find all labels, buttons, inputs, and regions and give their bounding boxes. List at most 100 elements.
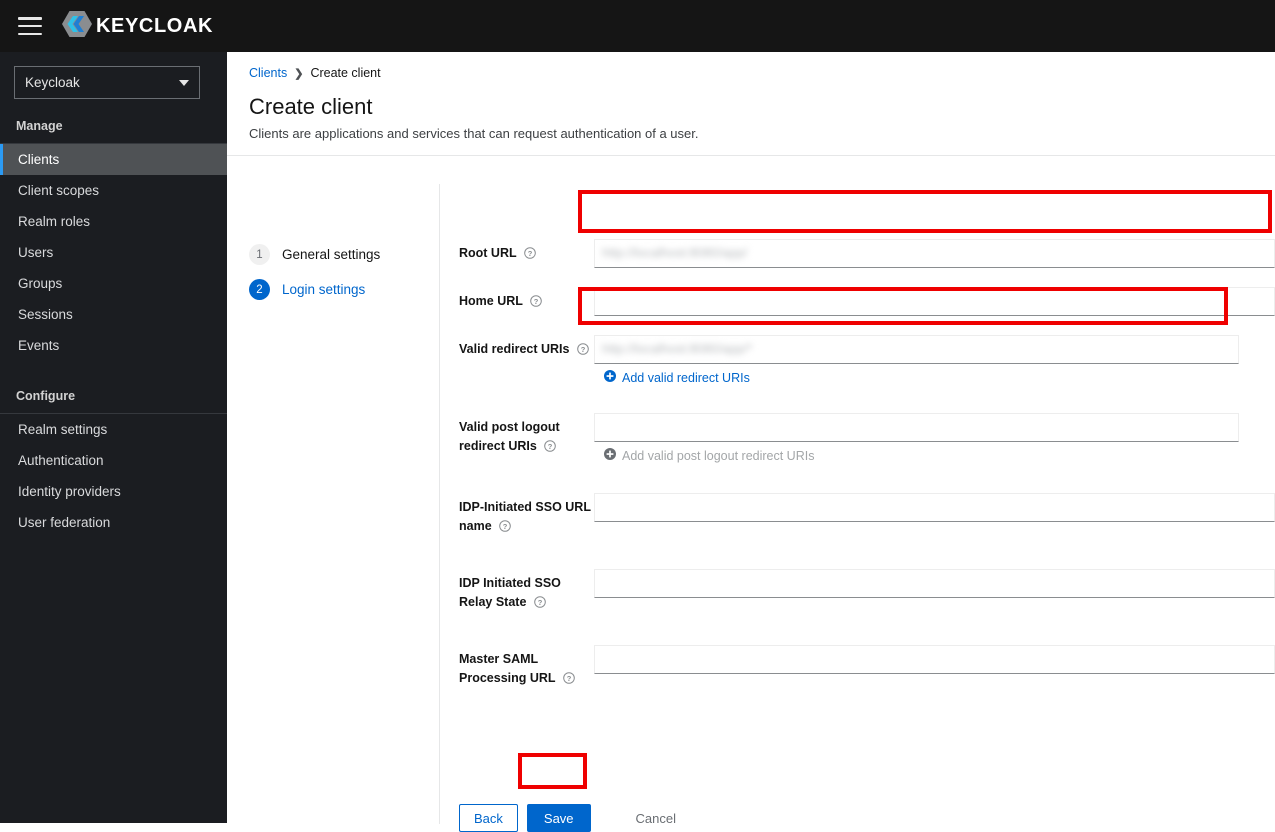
nav-group-title-manage: Manage: [16, 119, 63, 133]
field-control-valid-post-logout-redirect-uris: Add valid post logout redirect URIs: [594, 413, 1275, 465]
login-settings-form: Root URL ? http://localhost:8080/app/ Ho…: [440, 184, 1275, 832]
brand-name: KEYCLOAK: [96, 14, 214, 37]
svg-text:?: ?: [548, 442, 553, 451]
sidebar-item-users[interactable]: Users: [0, 237, 227, 268]
page-header: Clients ❯ Create client Create client Cl…: [227, 52, 1275, 141]
sidebar-item-label: Authentication: [18, 453, 104, 468]
field-control-idp-initiated-sso-relay-state: [594, 569, 1275, 614]
field-label-text: IDP-Initiated SSO URL name: [459, 500, 591, 533]
breadcrumb: Clients ❯ Create client: [249, 66, 1275, 80]
sidebar-item-identity-providers[interactable]: Identity providers: [0, 476, 227, 507]
sidebar-item-label: Users: [18, 245, 54, 260]
field-label-text: Root URL: [459, 246, 517, 260]
sidebar-item-label: Events: [18, 338, 60, 353]
field-label-idp-initiated-sso-url-name: IDP-Initiated SSO URL name ?: [459, 493, 594, 538]
step-number: 2: [249, 279, 270, 300]
field-label-valid-post-logout-redirect-uris: Valid post logout redirect URIs ?: [459, 413, 594, 465]
sidebar-item-label: Realm roles: [18, 214, 91, 229]
brand[interactable]: KEYCLOAK: [62, 10, 214, 42]
field-control-home-url: [594, 287, 1275, 316]
root-url-input[interactable]: [594, 239, 1275, 268]
help-circle-icon[interactable]: ?: [577, 342, 589, 361]
field-master-saml-processing-url: Master SAML Processing URL ?: [459, 645, 1275, 690]
sidebar-item-label: Client scopes: [18, 183, 100, 198]
idp-initiated-sso-url-name-input[interactable]: [594, 493, 1275, 522]
svg-text:?: ?: [503, 522, 508, 531]
add-link-label: Add valid redirect URIs: [622, 370, 750, 385]
nav-group-manage: Manage Clients Client scopes Realm roles…: [0, 111, 227, 361]
master-saml-processing-url-input[interactable]: [594, 645, 1275, 674]
field-control-root-url: http://localhost:8080/app/: [594, 239, 1275, 268]
field-control-master-saml-processing-url: [594, 645, 1275, 690]
help-circle-icon[interactable]: ?: [530, 294, 542, 313]
sidebar-item-realm-roles[interactable]: Realm roles: [0, 206, 227, 237]
realm-selector-wrapper: Keycloak: [0, 52, 227, 111]
sidebar: Keycloak Manage Clients Client scopes Re…: [0, 52, 227, 823]
wizard-steps: 1 General settings 2 Login settings: [227, 184, 440, 824]
sidebar-item-events[interactable]: Events: [0, 330, 227, 361]
valid-post-logout-redirect-uris-input[interactable]: [594, 413, 1239, 442]
wizard-footer: Back Save Cancel: [459, 804, 690, 832]
wizard-step-login-settings[interactable]: 2 Login settings: [249, 279, 439, 300]
help-circle-icon[interactable]: ?: [534, 595, 546, 614]
sidebar-item-sessions[interactable]: Sessions: [0, 299, 227, 330]
masthead: KEYCLOAK: [0, 0, 1275, 52]
svg-text:?: ?: [538, 598, 543, 607]
help-circle-icon[interactable]: ?: [544, 439, 557, 458]
field-valid-post-logout-redirect-uris: Valid post logout redirect URIs ? Add va…: [459, 413, 1275, 465]
svg-text:?: ?: [534, 297, 539, 306]
nav-group-title-configure: Configure: [16, 389, 76, 403]
valid-redirect-uris-input[interactable]: [594, 335, 1239, 364]
sidebar-item-clients[interactable]: Clients: [0, 144, 227, 175]
wizard-step-general-settings[interactable]: 1 General settings: [249, 244, 439, 265]
step-number: 1: [249, 244, 270, 265]
realm-selector-value: Keycloak: [25, 75, 80, 90]
back-button[interactable]: Back: [459, 804, 518, 832]
home-url-input[interactable]: [594, 287, 1275, 316]
field-label-text: Master SAML Processing URL: [459, 652, 556, 685]
sidebar-item-label: User federation: [18, 515, 111, 530]
sidebar-item-authentication[interactable]: Authentication: [0, 445, 227, 476]
header-divider: [227, 155, 1275, 156]
sidebar-item-client-scopes[interactable]: Client scopes: [0, 175, 227, 206]
breadcrumb-separator-icon: ❯: [294, 67, 304, 80]
sidebar-item-label: Identity providers: [18, 484, 121, 499]
field-idp-initiated-sso-relay-state: IDP Initiated SSO Relay State ?: [459, 569, 1275, 614]
hamburger-icon[interactable]: [18, 17, 42, 35]
sidebar-item-user-federation[interactable]: User federation: [0, 507, 227, 538]
field-label-idp-initiated-sso-relay-state: IDP Initiated SSO Relay State ?: [459, 569, 594, 614]
svg-text:?: ?: [567, 674, 572, 683]
help-circle-icon[interactable]: ?: [524, 246, 536, 265]
add-link-label: Add valid post logout redirect URIs: [622, 448, 815, 463]
help-circle-icon[interactable]: ?: [499, 519, 511, 538]
page-title: Create client: [249, 94, 373, 119]
breadcrumb-current: Create client: [310, 66, 381, 80]
help-circle-icon[interactable]: ?: [563, 671, 575, 690]
add-valid-redirect-uris-link[interactable]: Add valid redirect URIs: [594, 370, 750, 385]
sidebar-item-label: Realm settings: [18, 422, 108, 437]
svg-text:?: ?: [581, 345, 586, 354]
field-label-root-url: Root URL ?: [459, 239, 594, 268]
breadcrumb-link-clients[interactable]: Clients: [249, 66, 287, 80]
create-client-wizard: 1 General settings 2 Login settings Root…: [227, 184, 1275, 832]
plus-circle-icon: [604, 370, 616, 385]
cancel-button[interactable]: Cancel: [622, 804, 690, 832]
save-button[interactable]: Save: [526, 804, 591, 832]
realm-selector[interactable]: Keycloak: [14, 66, 200, 99]
field-control-valid-redirect-uris: http://localhost:8080/app/* Add valid re…: [594, 335, 1275, 387]
sidebar-item-label: Sessions: [18, 307, 73, 322]
plus-circle-icon: [604, 448, 616, 463]
sidebar-item-groups[interactable]: Groups: [0, 268, 227, 299]
field-label-valid-redirect-uris: Valid redirect URIs ?: [459, 335, 594, 387]
sidebar-item-realm-settings[interactable]: Realm settings: [0, 414, 227, 445]
chevron-down-icon: [179, 79, 189, 86]
svg-text:?: ?: [528, 249, 533, 258]
idp-initiated-sso-relay-state-input[interactable]: [594, 569, 1275, 598]
add-valid-post-logout-redirect-uris-link[interactable]: Add valid post logout redirect URIs: [594, 448, 814, 463]
nav-group-configure: Configure Realm settings Authentication …: [0, 381, 227, 538]
step-label: General settings: [282, 247, 381, 262]
field-control-idp-initiated-sso-url-name: [594, 493, 1275, 538]
sidebar-item-label: Clients: [18, 152, 60, 167]
field-idp-initiated-sso-url-name: IDP-Initiated SSO URL name ?: [459, 493, 1275, 538]
